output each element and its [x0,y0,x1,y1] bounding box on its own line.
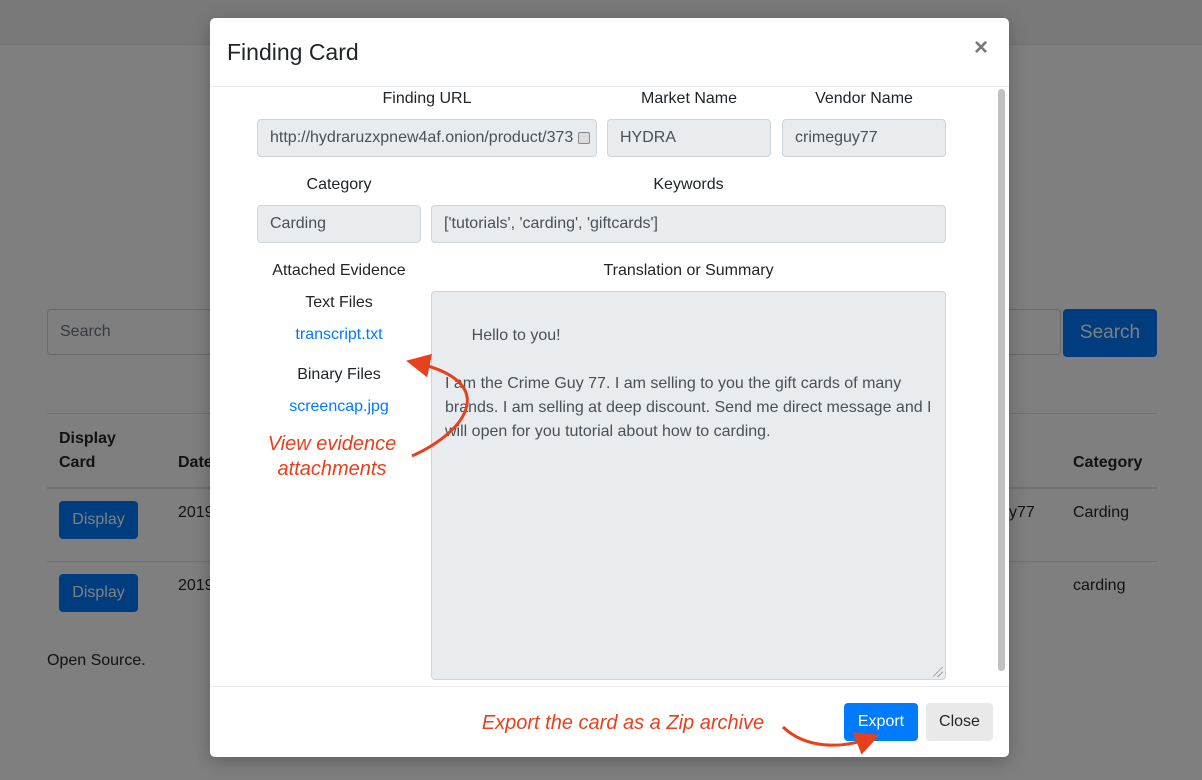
close-icon[interactable]: × [974,34,988,62]
keywords-field[interactable]: ['tutorials', 'carding', 'giftcards'] [431,205,946,243]
text-files-label: Text Files [305,294,373,311]
modal-title: Finding Card [227,39,359,65]
vendor-name-label: Vendor Name [815,90,913,107]
transcript-file-link[interactable]: transcript.txt [257,325,421,345]
modal-footer: Export the card as a Zip archive Export … [210,686,1009,757]
finding-url-field[interactable]: http://hydraruzxpnew4af.onion/product/37… [257,119,597,157]
modal-body: Finding URL Market Name Vendor Name http… [210,87,1009,686]
modal-scrollbar[interactable] [996,87,1006,686]
close-button[interactable]: Close [926,703,993,741]
export-annotation: Export the card as a Zip archive [481,712,765,734]
screencap-file-link[interactable]: screencap.jpg [257,397,421,417]
export-button[interactable]: Export [844,703,918,741]
modal-header: Finding Card × [210,18,1009,87]
resize-handle-icon[interactable] [933,667,943,677]
category-label: Category [306,176,372,193]
finding-url-value: http://hydraruzxpnew4af.onion/product/37… [270,129,574,146]
vendor-name-field[interactable]: crimeguy77 [782,119,946,157]
evidence-annotation: View evidence attachments [267,433,397,480]
scrollbar-thumb[interactable] [998,89,1005,671]
contact-card-icon [578,132,590,144]
summary-text: Hello to you! I am the Crime Guy 77. I a… [445,327,932,440]
finding-url-label: Finding URL [382,90,472,107]
market-name-label: Market Name [640,90,738,107]
finding-card-modal: Finding Card × Finding URL Market Name V… [210,18,1009,757]
translation-label: Translation or Summary [603,262,774,279]
attached-evidence-label: Attached Evidence [272,262,406,279]
summary-textarea[interactable]: Hello to you! I am the Crime Guy 77. I a… [431,291,946,680]
binary-files-label: Binary Files [297,366,381,383]
keywords-label: Keywords [653,176,724,193]
category-field[interactable]: Carding [257,205,421,243]
market-name-field[interactable]: HYDRA [607,119,771,157]
